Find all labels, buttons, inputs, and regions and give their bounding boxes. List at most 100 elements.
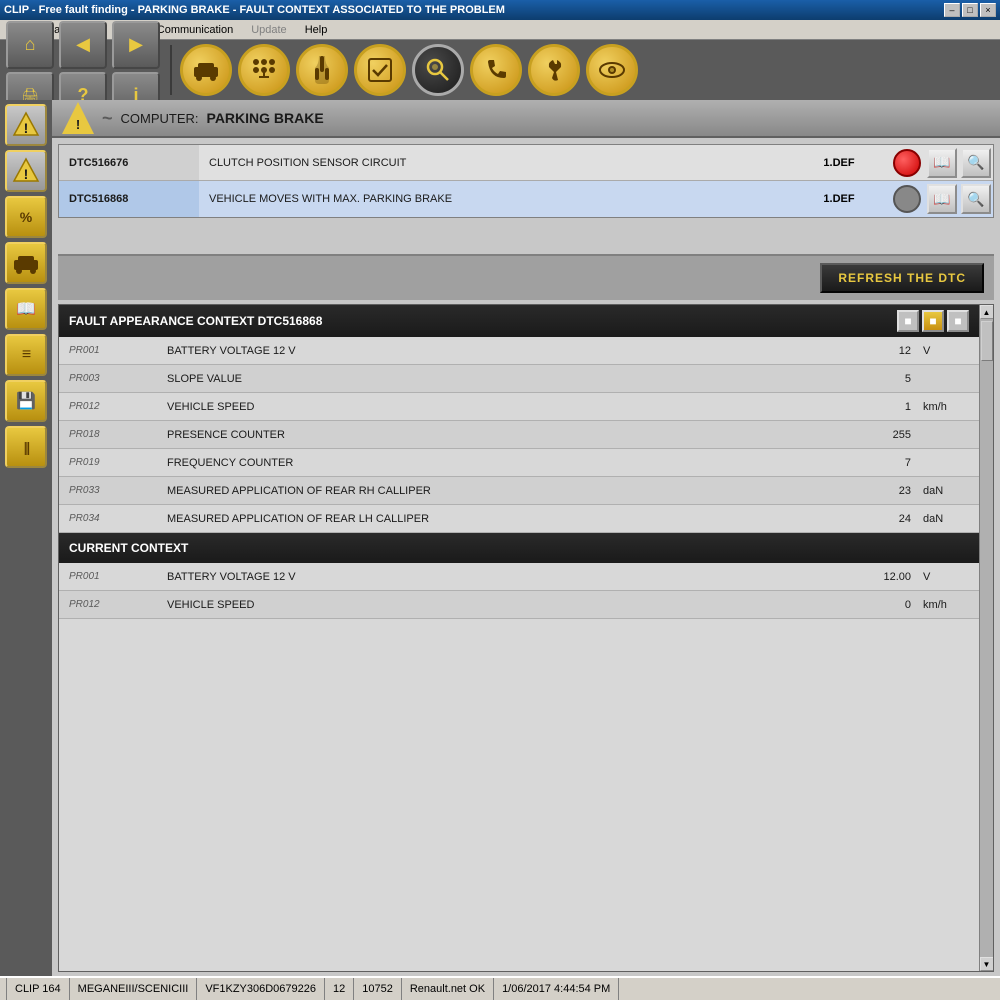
fc-value-pr034: 24 xyxy=(839,513,919,525)
fc-value-pr018: 255 xyxy=(839,429,919,441)
sidebar: ! ! % 📖 ≡ 💾 ||| xyxy=(0,100,52,976)
window-controls[interactable]: – □ × xyxy=(944,3,996,17)
scroll-down-arrow[interactable]: ▼ xyxy=(980,957,994,971)
dtc-code-1: DTC516676 xyxy=(59,145,199,180)
fault-context-section: FAULT APPEARANCE CONTEXT DTC516868 ■ ■ ■… xyxy=(58,304,994,972)
context-btn-3[interactable]: ■ xyxy=(947,310,969,332)
status-vehicle: MEGANEIII/SCENICIII xyxy=(70,978,198,1000)
book-button[interactable]: 📖 xyxy=(5,288,47,330)
cc-value-pr012: 0 xyxy=(839,599,919,611)
forward-button[interactable]: ▶ xyxy=(112,21,160,69)
percent-button[interactable]: % xyxy=(5,196,47,238)
view-icon-button[interactable] xyxy=(586,44,638,96)
fc-desc-pr003: SLOPE VALUE xyxy=(159,373,839,385)
wrench-icon-button[interactable] xyxy=(528,44,580,96)
warning1-button[interactable]: ! xyxy=(5,104,47,146)
refresh-area: REFRESH THE DTC xyxy=(58,254,994,300)
fc-desc-pr018: PRESENCE COUNTER xyxy=(159,429,839,441)
context-btn-1[interactable]: ■ xyxy=(897,310,919,332)
computer-header: ! ~ COMPUTER: PARKING BRAKE xyxy=(52,100,1000,138)
cc-unit-pr001: V xyxy=(919,571,979,583)
dtc-row-selected[interactable]: DTC516868 VEHICLE MOVES WITH MAX. PARKIN… xyxy=(59,181,993,217)
toolbar-divider xyxy=(170,45,172,95)
cc-desc-pr001: BATTERY VOLTAGE 12 V xyxy=(159,571,839,583)
fc-desc-pr033: MEASURED APPLICATION OF REAR RH CALLIPER xyxy=(159,485,839,497)
scroll-up-arrow[interactable]: ▲ xyxy=(980,305,994,319)
fc-value-pr003: 5 xyxy=(839,373,919,385)
dtc-desc-2: VEHICLE MOVES WITH MAX. PARKING BRAKE xyxy=(199,193,789,205)
touch-icon-button[interactable] xyxy=(296,44,348,96)
home-button[interactable]: ⌂ xyxy=(6,21,54,69)
window-title: CLIP - Free fault finding - PARKING BRAK… xyxy=(4,4,505,16)
vehicle-side-button[interactable] xyxy=(5,242,47,284)
back-button[interactable]: ◀ xyxy=(59,21,107,69)
fc-desc-pr034: MEASURED APPLICATION OF REAR LH CALLIPER xyxy=(159,513,839,525)
fc-value-pr001: 12 xyxy=(839,345,919,357)
warning2-button[interactable]: ! xyxy=(5,150,47,192)
fc-code-pr018: PR018 xyxy=(59,429,159,440)
scroll-thumb[interactable] xyxy=(981,321,993,361)
fc-code-pr001: PR001 xyxy=(59,345,159,356)
list-button[interactable]: ≡ xyxy=(5,334,47,376)
fc-value-pr012: 1 xyxy=(839,401,919,413)
status-bar: CLIP 164 MEGANEIII/SCENICIII VF1KZY306D0… xyxy=(0,976,1000,1000)
fc-row-pr003: PR003 SLOPE VALUE 5 xyxy=(59,365,979,393)
vehicle-icon-button[interactable] xyxy=(180,44,232,96)
dtc-search-btn-1[interactable]: 🔍 xyxy=(961,148,991,178)
fault-scrollbar[interactable]: ▲ ▼ xyxy=(979,305,993,971)
context-btn-2[interactable]: ■ xyxy=(922,310,944,332)
menu-communication[interactable]: Communication xyxy=(153,23,237,37)
svg-text:!: ! xyxy=(24,120,29,136)
title-bar: CLIP - Free fault finding - PARKING BRAK… xyxy=(0,0,1000,20)
transmission-icon-button[interactable] xyxy=(238,44,290,96)
minimize-button[interactable]: – xyxy=(944,3,960,17)
cc-code-pr001: PR001 xyxy=(59,571,159,582)
save-button[interactable]: 💾 xyxy=(5,380,47,422)
toolbar-icons xyxy=(180,44,638,96)
computer-name: PARKING BRAKE xyxy=(207,110,324,126)
dtc-table: DTC516676 CLUTCH POSITION SENSOR CIRCUIT… xyxy=(58,144,994,218)
status-server: Renault.net OK xyxy=(402,978,494,1000)
dtc-code-2: DTC516868 xyxy=(59,181,199,217)
warning-triangle-icon: ! xyxy=(62,102,94,134)
fc-row-pr012: PR012 VEHICLE SPEED 1 km/h xyxy=(59,393,979,421)
barcode-button[interactable]: ||| xyxy=(5,426,47,468)
maximize-button[interactable]: □ xyxy=(962,3,978,17)
cc-code-pr012: PR012 xyxy=(59,599,159,610)
fc-unit-pr033: daN xyxy=(919,485,979,497)
computer-label: COMPUTER: xyxy=(121,111,199,126)
fc-desc-pr012: VEHICLE SPEED xyxy=(159,401,839,413)
dtc-status-1: 1.DEF xyxy=(789,157,889,169)
fault-context-table: PR001 BATTERY VOLTAGE 12 V 12 V PR003 SL… xyxy=(59,337,979,971)
cc-unit-pr012: km/h xyxy=(919,599,979,611)
dtc-desc-1: CLUTCH POSITION SENSOR CIRCUIT xyxy=(199,157,789,169)
close-button[interactable]: × xyxy=(980,3,996,17)
fault-context-header: FAULT APPEARANCE CONTEXT DTC516868 ■ ■ ■ xyxy=(59,305,979,337)
fault-context-title: FAULT APPEARANCE CONTEXT DTC516868 xyxy=(69,314,322,328)
fc-unit-pr001: V xyxy=(919,345,979,357)
dtc-led-1 xyxy=(893,149,921,177)
refresh-dtc-button[interactable]: REFRESH THE DTC xyxy=(820,263,984,293)
fc-unit-pr034: daN xyxy=(919,513,979,525)
fault-search-icon-button[interactable] xyxy=(412,44,464,96)
menu-help[interactable]: Help xyxy=(301,23,332,37)
cc-desc-pr012: VEHICLE SPEED xyxy=(159,599,839,611)
fc-code-pr034: PR034 xyxy=(59,513,159,524)
fc-code-pr033: PR033 xyxy=(59,485,159,496)
toolbar: ⌂ ◀ ▶ 🖨 ? i xyxy=(0,40,1000,100)
status-code: 10752 xyxy=(354,978,402,1000)
computer-arrow-icon: ~ xyxy=(102,108,113,129)
dtc-row[interactable]: DTC516676 CLUTCH POSITION SENSOR CIRCUIT… xyxy=(59,145,993,181)
fc-code-pr012: PR012 xyxy=(59,401,159,412)
fc-row-pr001: PR001 BATTERY VOLTAGE 12 V 12 V xyxy=(59,337,979,365)
fc-code-pr003: PR003 xyxy=(59,373,159,384)
dtc-book-btn-1[interactable]: 📖 xyxy=(927,148,957,178)
cc-row-pr012: PR012 VEHICLE SPEED 0 km/h xyxy=(59,591,979,619)
check-icon-button[interactable] xyxy=(354,44,406,96)
dtc-book-btn-2[interactable]: 📖 xyxy=(927,184,957,214)
menu-update[interactable]: Update xyxy=(247,23,290,37)
phone-icon-button[interactable] xyxy=(470,44,522,96)
dtc-search-btn-2[interactable]: 🔍 xyxy=(961,184,991,214)
current-context-title: CURRENT CONTEXT xyxy=(69,541,188,555)
fc-row-pr019: PR019 FREQUENCY COUNTER 7 xyxy=(59,449,979,477)
